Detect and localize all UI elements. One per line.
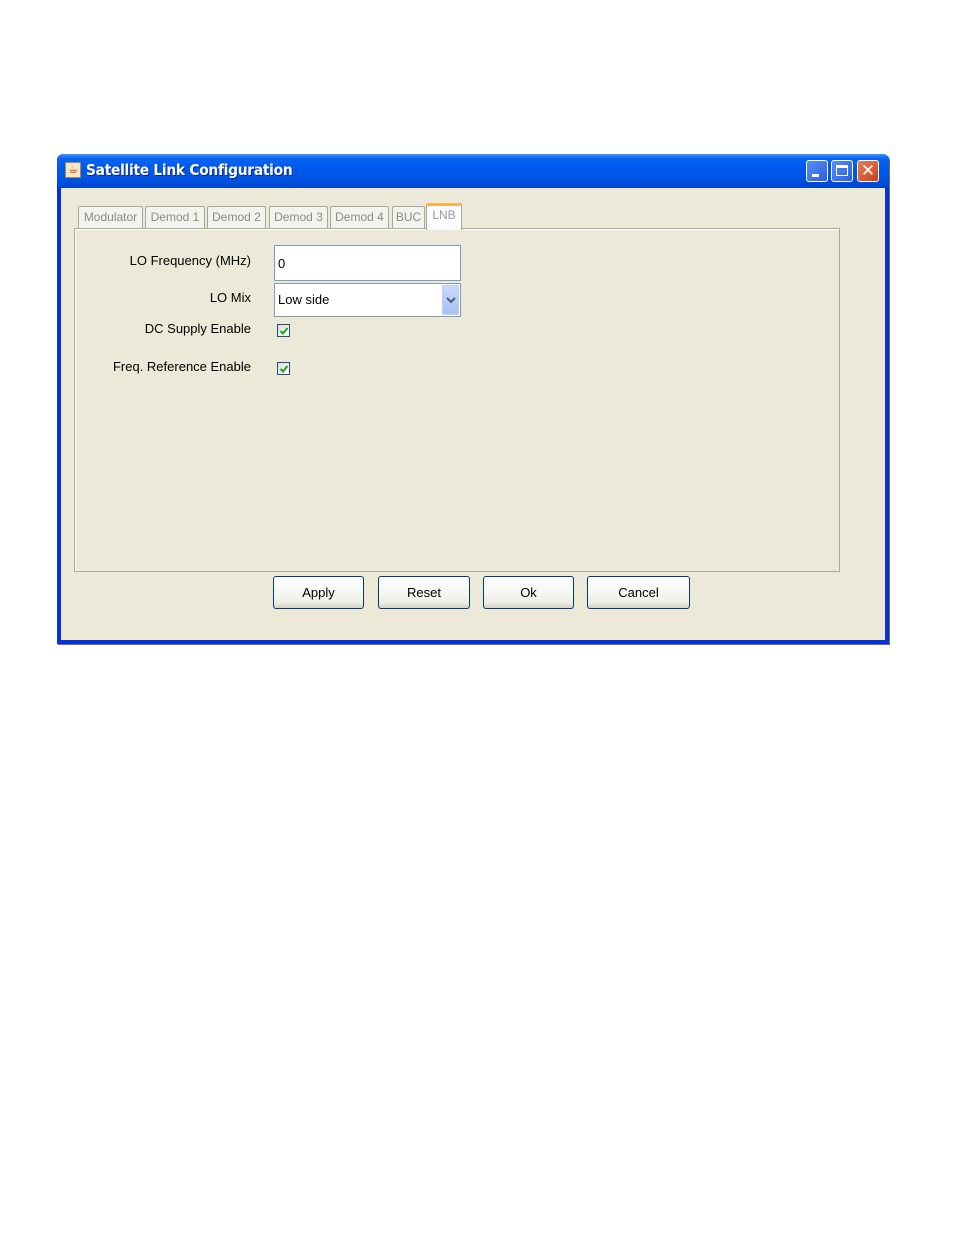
dc-supply-enable-label: DC Supply Enable	[144, 321, 251, 336]
dc-supply-enable-checkbox[interactable]	[277, 324, 290, 337]
satellite-link-configuration-window: ☕ Satellite Link Configuration ✕ Modulat…	[57, 154, 889, 644]
apply-button[interactable]: Apply	[273, 576, 364, 609]
close-button[interactable]: ✕	[857, 160, 879, 182]
title-bar[interactable]: ☕ Satellite Link Configuration ✕	[57, 154, 889, 188]
freq-reference-enable-checkbox[interactable]	[277, 362, 290, 375]
tab-demod-1[interactable]: Demod 1	[145, 206, 205, 228]
lo-mix-selected-value: Low side	[278, 292, 330, 307]
tab-buc[interactable]: BUC	[392, 206, 425, 228]
lo-frequency-label: LO Frequency (MHz)	[129, 253, 251, 268]
close-icon: ✕	[860, 161, 876, 181]
chevron-down-icon	[446, 297, 456, 304]
tab-lnb[interactable]: LNB	[426, 203, 462, 230]
maximize-button[interactable]	[831, 160, 853, 182]
window-content: Modulator Demod 1 Demod 2 Demod 3 Demod …	[61, 188, 885, 640]
lo-mix-label: LO Mix	[209, 290, 251, 305]
reset-button[interactable]: Reset	[378, 576, 470, 609]
cancel-button[interactable]: Cancel	[587, 576, 690, 609]
minimize-button[interactable]	[806, 160, 828, 182]
window-title: Satellite Link Configuration	[86, 161, 293, 179]
lo-mix-select[interactable]: Low side	[274, 283, 461, 317]
tab-modulator[interactable]: Modulator	[78, 206, 143, 228]
checkmark-icon	[279, 327, 289, 335]
ok-button[interactable]: Ok	[483, 576, 574, 609]
tab-demod-4[interactable]: Demod 4	[330, 206, 389, 228]
java-coffee-icon: ☕	[65, 162, 81, 178]
lo-frequency-input[interactable]	[274, 245, 461, 281]
tab-demod-2[interactable]: Demod 2	[207, 206, 266, 228]
lnb-tab-panel: LO Frequency (MHz) LO Mix DC Supply Enab…	[74, 228, 840, 572]
tab-demod-3[interactable]: Demod 3	[269, 206, 328, 228]
dropdown-button[interactable]	[442, 285, 459, 315]
checkmark-icon	[279, 365, 289, 373]
freq-reference-enable-label: Freq. Reference Enable	[112, 359, 251, 374]
